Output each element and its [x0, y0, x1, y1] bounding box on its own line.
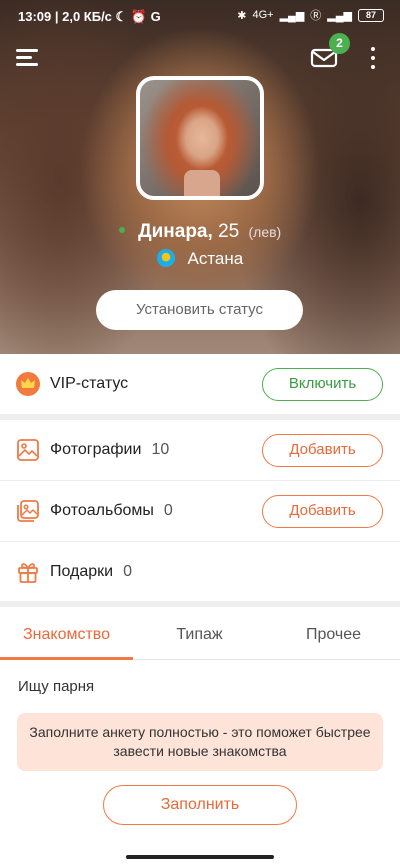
photos-row[interactable]: Фотографии 10 Добавить	[0, 420, 400, 480]
alarm-icon: ⏰	[130, 9, 148, 24]
signal-icon: ▂▄▆	[279, 9, 305, 22]
gifts-label: Подарки 0	[50, 563, 133, 580]
enable-vip-button[interactable]: Включить	[262, 368, 383, 401]
kazakhstan-flag-icon	[156, 249, 175, 268]
g-icon: G	[150, 9, 161, 24]
vip-label: VIP-статус	[50, 375, 129, 392]
photos-count: 10	[151, 441, 170, 458]
albums-label: Фотоальбомы 0	[50, 502, 173, 519]
photos-label: Фотографии 10	[50, 441, 170, 458]
system-status-bar: 13:09 | 2,0 КБ/с ☾ ⏰ G ✱ 4G+ ▂▄▆ Ⓡ ▂▄▆ 8…	[0, 0, 400, 34]
vip-row[interactable]: VIP-статус Включить	[0, 354, 400, 414]
add-photo-button[interactable]: Добавить	[262, 434, 383, 467]
network-type: 4G+	[252, 9, 274, 21]
profile-city: Астана	[187, 249, 244, 268]
vip-card: VIP-статус Включить	[0, 354, 400, 414]
fill-profile-hint: Заполните анкету полностью - это поможет…	[17, 713, 383, 771]
signal-icon-2: ▂▄▆	[327, 9, 352, 22]
tab-type[interactable]: Типаж	[133, 607, 266, 660]
albums-count: 0	[163, 502, 173, 519]
online-status-dot	[118, 227, 125, 234]
profile-name-row: Динара, 25 (лев)	[0, 221, 400, 243]
gifts-row[interactable]: Подарки 0	[0, 542, 400, 602]
hamburger-menu-icon[interactable]	[16, 46, 42, 68]
home-indicator[interactable]	[126, 855, 274, 859]
bluetooth-icon: ✱	[237, 9, 247, 22]
status-time-speed: 13:09 | 2,0 КБ/с ☾ ⏰ G	[18, 9, 161, 24]
roaming-icon: Ⓡ	[310, 10, 322, 22]
albums-row[interactable]: Фотоальбомы 0 Добавить	[0, 481, 400, 541]
set-status-button[interactable]: Установить статус	[96, 290, 303, 330]
tab-other[interactable]: Прочее	[267, 607, 400, 660]
profile-avatar[interactable]	[136, 76, 264, 200]
crown-icon	[16, 372, 40, 396]
battery-icon: 87	[358, 8, 384, 22]
tab-dating[interactable]: Знакомство	[0, 607, 133, 660]
moon-icon: ☾	[115, 9, 128, 24]
status-right-icons: ✱ 4G+ ▂▄▆ Ⓡ ▂▄▆ 87	[237, 7, 384, 23]
profile-name: Динара,	[138, 221, 213, 242]
media-card: Фотографии 10 Добавить Фотоальбомы 0 Добав…	[0, 420, 400, 601]
looking-for-text: Ищу парня	[18, 678, 95, 695]
profile-header: 13:09 | 2,0 КБ/с ☾ ⏰ G ✱ 4G+ ▂▄▆ Ⓡ ▂▄▆ 8…	[0, 0, 400, 354]
fill-profile-button[interactable]: Заполнить	[103, 785, 297, 825]
profile-age: 25	[218, 221, 240, 242]
gift-icon	[16, 560, 40, 584]
unread-messages-badge: 2	[329, 33, 350, 54]
more-options-icon[interactable]	[365, 45, 381, 71]
photo-icon	[16, 438, 40, 462]
profile-tabs: Знакомство Типаж Прочее	[0, 607, 400, 660]
profile-zodiac: (лев)	[248, 224, 282, 240]
gifts-count: 0	[123, 563, 133, 580]
photo-album-icon	[16, 499, 40, 523]
add-album-button[interactable]: Добавить	[262, 495, 383, 528]
profile-city-row: Астана	[0, 249, 400, 269]
